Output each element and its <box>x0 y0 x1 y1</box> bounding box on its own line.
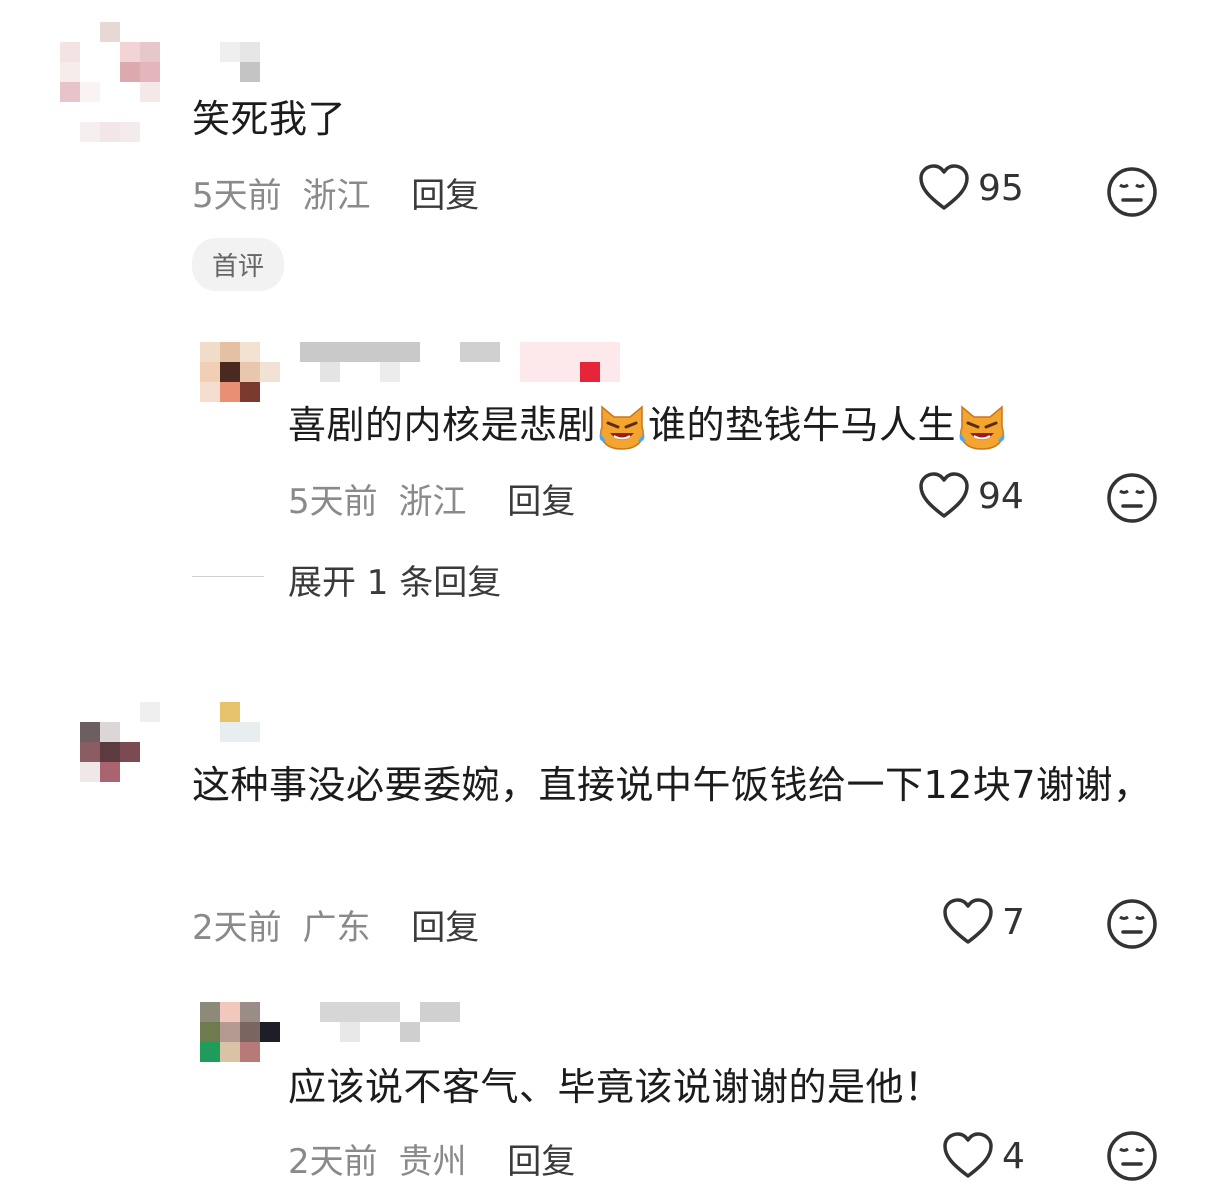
like-count: 4 <box>1002 1135 1025 1177</box>
reply-time: 2天前 <box>288 1142 378 1182</box>
reply-location: 贵州 <box>398 1142 467 1182</box>
comment-text: 这种事没必要委婉，直接说中午饭钱给一下12块7谢谢， <box>192 763 1152 807</box>
reply-time: 5天前 <box>288 482 378 522</box>
comment-meta: 5天前 浙江 回复 <box>192 168 479 217</box>
avatar[interactable] <box>200 1002 280 1062</box>
reply-button[interactable]: 回复 <box>507 1142 575 1182</box>
reply-text-part2: 谁的垫钱牛马人生 <box>648 403 957 447</box>
heart-outline-icon <box>943 1132 993 1178</box>
reply-location: 浙江 <box>398 482 467 522</box>
first-comment-badge: 首评 <box>192 238 285 291</box>
reply-meta: 5天前 浙江 回复 <box>288 474 575 523</box>
username[interactable] <box>300 342 620 382</box>
like-button[interactable]: 7 <box>942 898 1025 946</box>
heart-outline-icon <box>919 164 969 210</box>
reply-button[interactable]: 回复 <box>507 482 575 522</box>
like-button[interactable]: 95 <box>918 164 1024 212</box>
reply-button[interactable]: 回复 <box>411 908 479 948</box>
expand-replies-button[interactable]: 展开 1 条回复 <box>288 555 501 604</box>
neutral-face-icon[interactable] <box>1106 898 1158 950</box>
comment-location: 浙江 <box>302 176 371 216</box>
crying-laughing-cat-emoji <box>959 404 1005 450</box>
like-count: 94 <box>978 475 1024 517</box>
heart-outline-icon <box>919 472 969 518</box>
comment-meta: 2天前 广东 回复 <box>192 900 479 949</box>
comment-time: 5天前 <box>192 176 282 216</box>
comment-time: 2天前 <box>192 908 282 948</box>
neutral-face-icon[interactable] <box>1106 472 1158 524</box>
username[interactable] <box>220 42 280 82</box>
comment-text: 笑死我了 <box>192 97 347 141</box>
like-count: 7 <box>1002 901 1025 943</box>
reply-text: 喜剧的内核是悲剧 谁的垫钱牛马人生 <box>288 396 1008 454</box>
username[interactable] <box>320 1002 460 1042</box>
like-button[interactable]: 4 <box>942 1132 1025 1180</box>
reply-meta: 2天前 贵州 回复 <box>288 1134 575 1183</box>
reply-text: 应该说不客气、毕竟该说谢谢的是他！ <box>288 1065 943 1109</box>
avatar[interactable] <box>80 702 160 782</box>
neutral-face-icon[interactable] <box>1106 1130 1158 1182</box>
comment-location: 广东 <box>302 908 371 948</box>
like-button[interactable]: 94 <box>918 472 1024 520</box>
avatar[interactable] <box>200 342 280 402</box>
like-count: 95 <box>978 167 1024 209</box>
neutral-face-icon[interactable] <box>1106 166 1158 218</box>
reply-button[interactable]: 回复 <box>411 176 479 216</box>
heart-outline-icon <box>943 898 993 944</box>
reply-text-part1: 喜剧的内核是悲剧 <box>288 403 597 447</box>
avatar[interactable] <box>50 22 170 142</box>
crying-laughing-cat-emoji <box>599 404 645 450</box>
expand-divider <box>192 576 264 577</box>
username[interactable] <box>220 702 260 742</box>
